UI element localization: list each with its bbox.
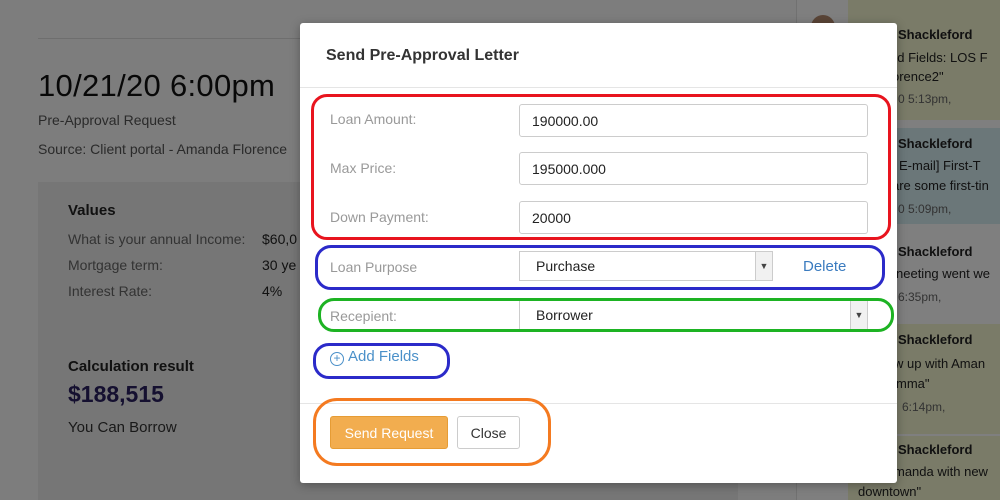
loan-amount-label: Loan Amount: (330, 111, 417, 127)
add-fields-label: Add Fields (348, 348, 419, 365)
down-payment-input[interactable] (519, 201, 868, 234)
close-button[interactable]: Close (457, 416, 520, 449)
down-payment-label: Down Payment: (330, 209, 429, 225)
chevron-down-icon: ▼ (850, 301, 867, 329)
chevron-down-icon: ▼ (755, 252, 772, 280)
send-pre-approval-modal: Send Pre-Approval Letter Loan Amount: Ma… (300, 23, 897, 483)
modal-header: Send Pre-Approval Letter (300, 23, 897, 88)
send-request-button[interactable]: Send Request (330, 416, 448, 449)
plus-circle-icon: + (330, 352, 344, 366)
modal-title: Send Pre-Approval Letter (326, 47, 519, 64)
loan-purpose-select[interactable]: Purchase ▼ (519, 251, 773, 281)
max-price-label: Max Price: (330, 160, 397, 176)
max-price-input[interactable] (519, 152, 868, 185)
loan-purpose-value: Purchase (536, 258, 596, 274)
loan-amount-input[interactable] (519, 104, 868, 137)
recipient-value: Borrower (536, 307, 593, 323)
recipient-label: Recepient: (330, 308, 397, 324)
loan-purpose-label: Loan Purpose (330, 259, 418, 275)
modal-footer: Send Request Close (300, 403, 897, 483)
add-fields-link[interactable]: + Add Fields (330, 348, 419, 366)
delete-link[interactable]: Delete (803, 258, 846, 275)
recipient-select[interactable]: Borrower ▼ (519, 300, 868, 330)
